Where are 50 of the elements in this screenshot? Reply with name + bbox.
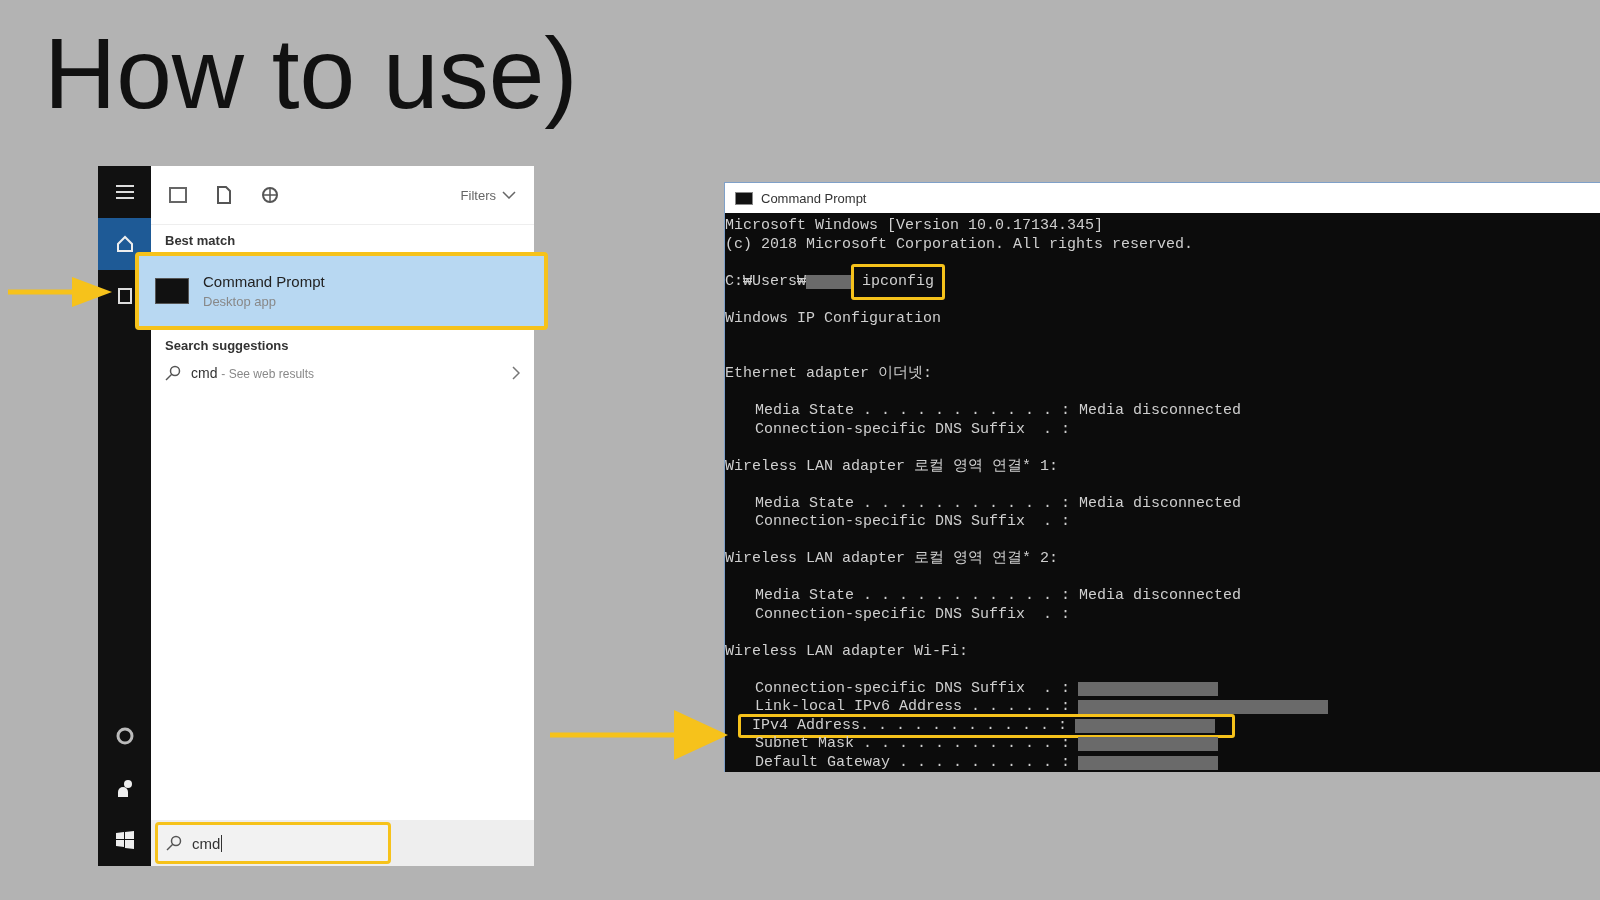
field-label: IPv4 Address. . . . . . . . . . . : <box>752 716 1068 735</box>
section-heading: Best match <box>164 232 237 250</box>
chevron-right-icon <box>512 366 520 380</box>
rail-item[interactable] <box>98 218 151 270</box>
console-app-icon <box>155 278 189 304</box>
redaction-mark <box>806 274 851 289</box>
search-result[interactable]: Command Prompt Desktop app <box>135 252 548 330</box>
field-label: Subnet Mask . . . . . . . . . . . : <box>755 735 1071 754</box>
search-field[interactable]: cmd <box>155 822 391 864</box>
menu-icon <box>115 185 134 199</box>
result-subtitle: Desktop app <box>203 294 277 309</box>
field-label: Media State . . . . . . . . . . . : <box>755 494 1071 513</box>
globe-icon[interactable] <box>261 186 279 204</box>
field-label: Connection-specific DNS Suffix . : <box>755 513 1071 532</box>
apps-icon[interactable] <box>169 187 187 203</box>
field-label: Default Gateway . . . . . . . . . : <box>755 753 1071 772</box>
window-title: Command Prompt <box>761 190 867 206</box>
result-title: Command Prompt <box>203 273 325 290</box>
slide-title: How to use) <box>43 16 578 128</box>
field-value: Media disconnected <box>1078 587 1242 606</box>
document-icon[interactable] <box>217 186 231 204</box>
field-label: Media State . . . . . . . . . . . : <box>755 402 1071 421</box>
prompt-path: C:₩Users₩ <box>725 272 806 291</box>
field-label: Connection-specific DNS Suffix . : <box>755 420 1071 439</box>
settings-icon <box>115 727 134 745</box>
console-text: Microsoft Windows [Version 10.0.17134.345] <box>725 217 1104 236</box>
console-text: Wireless LAN adapter 로컬 영역 연결* 2: <box>725 550 1059 569</box>
field-value: Media disconnected <box>1078 402 1242 421</box>
console-text: Wireless LAN adapter Wi-Fi: <box>725 642 969 661</box>
home-icon <box>115 235 134 253</box>
console-text: Wireless LAN adapter 로컬 영역 연결* 1: <box>725 457 1059 476</box>
console-text: (c) 2018 Microsoft Corporation. All rights reserved. <box>725 235 1194 254</box>
search-icon <box>166 835 182 851</box>
chevron-down-icon <box>502 191 516 199</box>
field-label: Connection-specific DNS Suffix . : <box>755 679 1071 698</box>
console-text: Windows IP Configuration <box>725 309 942 328</box>
windows-logo-icon <box>115 831 134 849</box>
field-value: Media disconnected <box>1078 494 1242 513</box>
field-label: Media State . . . . . . . . . . . : <box>755 587 1071 606</box>
console-app-icon <box>735 191 753 205</box>
field-label: Connection-specific DNS Suffix . : <box>755 605 1071 624</box>
section-heading: Search suggestions <box>164 337 290 355</box>
document-icon <box>117 288 132 304</box>
search-icon <box>165 365 181 381</box>
user-icon <box>116 779 133 797</box>
command-text: ipconfig <box>851 263 946 300</box>
filters-button[interactable]: Filters <box>460 187 516 203</box>
console-text: Ethernet adapter 이더넷: <box>725 365 933 384</box>
suggestion-item[interactable]: cmd - See web results <box>151 357 534 389</box>
field-label: Link-local IPv6 Address . . . . . : <box>755 698 1071 717</box>
